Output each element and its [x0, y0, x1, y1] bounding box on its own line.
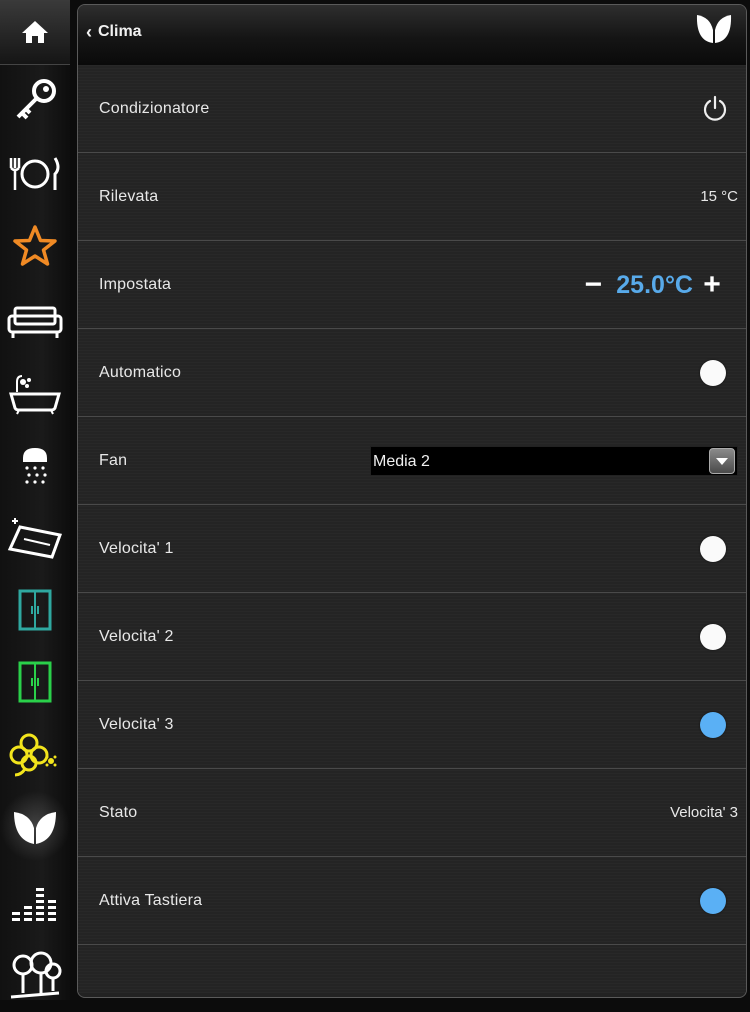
row-label: Stato: [99, 804, 138, 821]
attiva-tastiera-toggle[interactable]: [700, 888, 726, 914]
home-button[interactable]: [0, 0, 70, 65]
velocita-1-toggle[interactable]: [700, 536, 726, 562]
chevron-left-icon: ‹: [86, 22, 92, 42]
row-label: Condizionatore: [99, 100, 210, 117]
row-label: Attiva Tastiera: [99, 892, 203, 909]
temperature-stepper: − 25.0°C +: [582, 241, 723, 328]
power-icon: [703, 95, 727, 121]
row-label: Fan: [99, 452, 128, 469]
sidebar-item-door[interactable]: [0, 574, 70, 646]
row-label: Automatico: [99, 364, 182, 381]
sidebar-item-shower[interactable]: [0, 430, 70, 502]
fan-select[interactable]: Media 2: [370, 446, 738, 476]
row-label: Velocita' 3: [99, 716, 174, 733]
velocita-3-toggle[interactable]: [700, 712, 726, 738]
key-icon: [16, 79, 56, 120]
leaf-icon: [14, 812, 56, 844]
sidebar-item-garden[interactable]: [0, 940, 70, 1012]
sidebar-item-living[interactable]: [0, 286, 70, 358]
sidebar-item-dining[interactable]: [0, 138, 70, 210]
door-green-icon: [18, 661, 52, 703]
row-label: Velocita' 1: [99, 540, 174, 557]
sidebar-item-door-green[interactable]: [0, 646, 70, 718]
row-fan: Fan Media 2: [78, 417, 746, 505]
back-button-label: Clima: [98, 23, 142, 40]
climate-panel: ‹ Clima Condizionatore Rilevata 15 °C Im…: [77, 4, 747, 998]
row-attiva-tastiera: Attiva Tastiera: [78, 857, 746, 945]
panel-header: ‹ Clima: [78, 5, 746, 66]
row-velocita-1: Velocita' 1: [78, 505, 746, 593]
decrease-button[interactable]: −: [582, 269, 604, 300]
row-label: Velocita' 2: [99, 628, 174, 645]
flower-icon: [9, 733, 57, 777]
row-automatico: Automatico: [78, 329, 746, 417]
sidebar-item-key[interactable]: [0, 66, 70, 138]
dining-icon: [9, 157, 60, 190]
settings-list: Condizionatore Rilevata 15 °C Impostata …: [78, 65, 746, 993]
setpoint-value: 25.0°C: [616, 270, 693, 299]
automatico-toggle[interactable]: [700, 360, 726, 386]
measured-temperature: 15 °C: [700, 188, 738, 205]
sidebar: [0, 0, 70, 1000]
sofa-icon: [7, 306, 63, 338]
sidebar-item-window[interactable]: [0, 502, 70, 574]
row-stato: Stato Velocita' 3: [78, 769, 746, 857]
sidebar-item-climate[interactable]: [0, 790, 70, 862]
bathtub-icon: [9, 375, 61, 415]
row-rilevata: Rilevata 15 °C: [78, 153, 746, 241]
row-label: Rilevata: [99, 188, 159, 205]
shower-icon: [23, 448, 47, 484]
chevron-down-icon: [709, 448, 735, 474]
leaf-logo-icon: [694, 11, 734, 50]
status-value: Velocita' 3: [670, 804, 738, 821]
row-velocita-2: Velocita' 2: [78, 593, 746, 681]
velocita-2-toggle[interactable]: [700, 624, 726, 650]
row-label: Impostata: [99, 276, 172, 293]
star-icon: [13, 225, 57, 266]
back-button[interactable]: ‹ Clima: [86, 19, 142, 45]
home-icon: [22, 21, 48, 43]
row-velocita-3: Velocita' 3: [78, 681, 746, 769]
sidebar-item-bathroom[interactable]: [0, 358, 70, 430]
sidebar-item-audio[interactable]: [0, 868, 70, 940]
power-button[interactable]: [702, 95, 728, 128]
door-icon: [18, 589, 52, 631]
equalizer-icon: [12, 888, 56, 921]
window-icon: [7, 518, 63, 559]
sidebar-item-favorites[interactable]: [0, 210, 70, 282]
row-impostata: Impostata − 25.0°C +: [78, 241, 746, 329]
row-condizionatore: Condizionatore: [78, 65, 746, 153]
increase-button[interactable]: +: [701, 269, 723, 300]
sidebar-item-garden-flower[interactable]: [0, 718, 70, 790]
fan-select-value: Media 2: [373, 453, 430, 470]
garden-icon: [10, 951, 62, 999]
